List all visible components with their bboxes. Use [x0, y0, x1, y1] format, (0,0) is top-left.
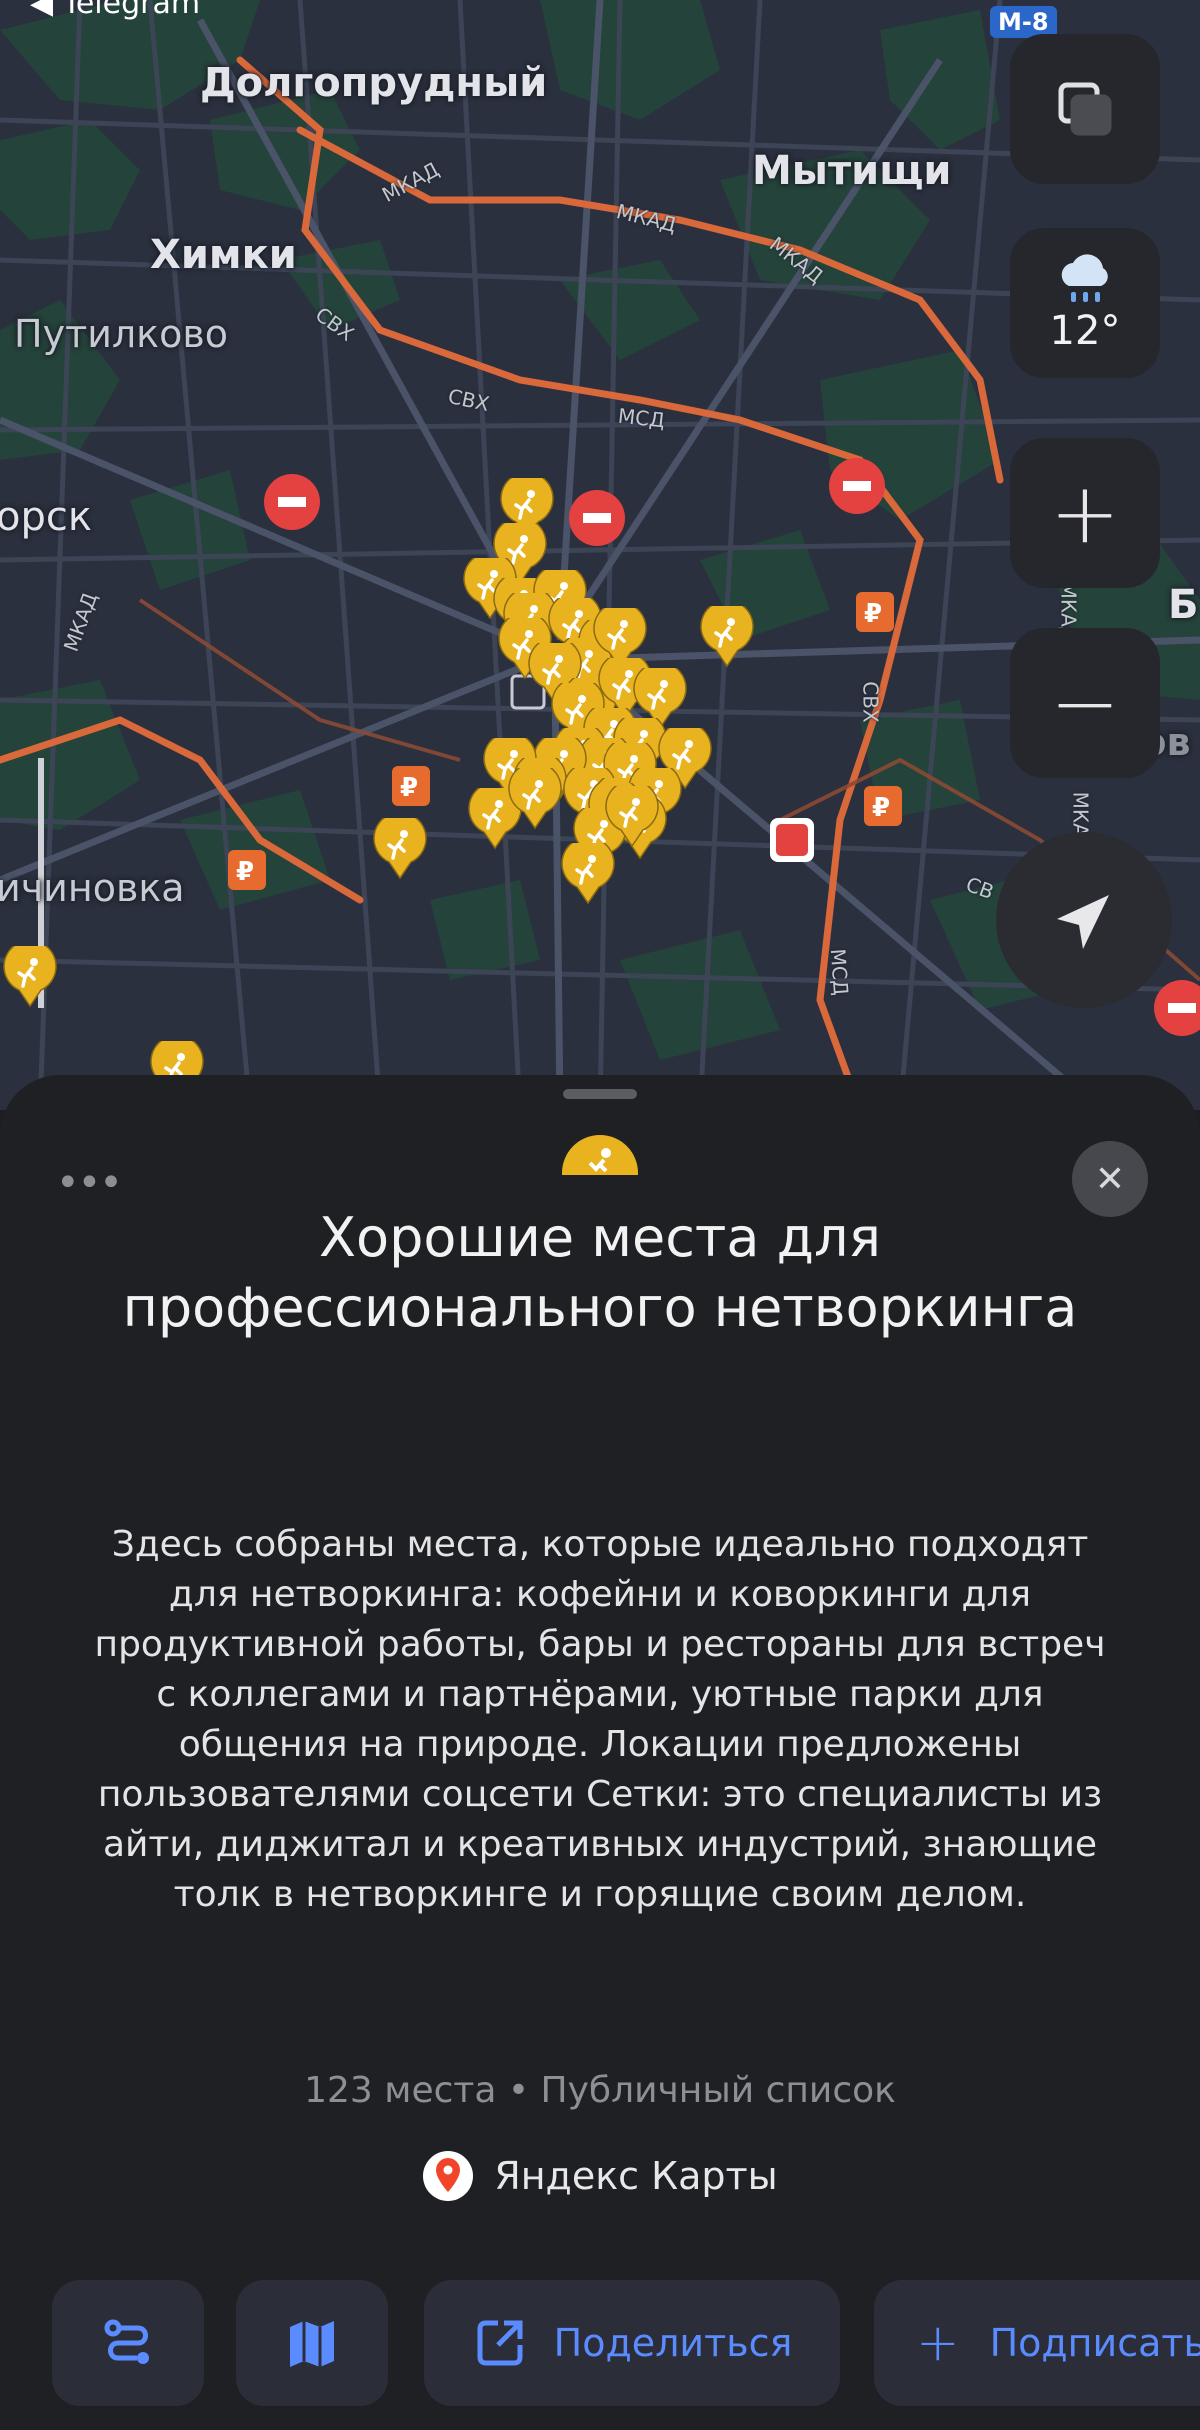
list-title: Хорошие места для профессионального нетв… [122, 1206, 1078, 1339]
town-label: орск [0, 494, 93, 540]
yandex-maps-logo-icon [423, 2151, 474, 2201]
svg-text:₽: ₽ [236, 857, 254, 887]
list-meta: 123 места • Публичный список [304, 2070, 896, 2111]
map-icon [290, 2321, 334, 2367]
layers-button[interactable] [1010, 34, 1160, 184]
share-button[interactable]: Поделиться [424, 2280, 840, 2406]
road-label: СВХ [858, 681, 883, 723]
town-label: Мытищи [752, 148, 952, 194]
town-label: Долгопрудный [200, 60, 548, 106]
town-label: Химки [150, 232, 297, 278]
town-label: Б [1168, 582, 1199, 628]
source-row[interactable]: Яндекс Карты [0, 2150, 1200, 2202]
sheet-drag-handle[interactable] [563, 1089, 637, 1099]
status-back-telegram[interactable]: ◀ Telegram [30, 0, 200, 21]
svg-text:₽: ₽ [400, 773, 418, 803]
svg-text:₽: ₽ [872, 793, 890, 823]
route-icon [104, 2319, 149, 2364]
road-label: МСД [616, 403, 666, 433]
town-label: Путилково [14, 312, 229, 356]
share-button-label: Поделиться [553, 2321, 793, 2365]
zoom-in-button[interactable]: + [1010, 438, 1160, 588]
status-back-label: Telegram [62, 0, 201, 21]
source-label: Яндекс Карты [494, 2154, 778, 2198]
place-pin[interactable] [696, 599, 758, 668]
weather-widget[interactable]: 12° [1010, 228, 1160, 378]
svg-text:₽: ₽ [864, 599, 882, 629]
layers-icon [1058, 82, 1112, 136]
road-label: МСД [825, 947, 854, 997]
list-cover-icon [560, 1133, 640, 1175]
list-sheet: ••• ✕ Хорошие места для профессиональног… [0, 1075, 1200, 2430]
zoom-out-button[interactable]: − [1010, 628, 1160, 778]
weather-temperature: 12° [1049, 308, 1121, 354]
place-pin[interactable] [369, 811, 431, 880]
map-view-button[interactable] [236, 2280, 388, 2406]
town-label: ичиновка [0, 866, 185, 910]
route-button[interactable] [52, 2280, 204, 2406]
cloud-rain-icon [1061, 254, 1108, 302]
list-description: Здесь собраны места, которые идеально по… [94, 1524, 1106, 1915]
plus-icon: + [916, 2313, 960, 2373]
more-options-icon[interactable]: ••• [56, 1160, 123, 1206]
place-pin[interactable] [504, 761, 566, 830]
place-pin[interactable] [0, 939, 61, 1008]
subscribe-button-label: Подписаться [989, 2321, 1200, 2365]
share-icon [477, 2320, 523, 2366]
location-arrow-icon [1057, 895, 1109, 949]
map-view[interactable]: ₽ ₽ ₽ ₽ ◀ Telegram M-8 Долгопрудный Мытищи … [0, 0, 1200, 1110]
subscribe-button[interactable]: + Подписаться [874, 2280, 1200, 2406]
place-pin[interactable] [557, 836, 619, 905]
place-pin[interactable] [601, 779, 663, 848]
my-location-button[interactable] [996, 832, 1172, 1008]
